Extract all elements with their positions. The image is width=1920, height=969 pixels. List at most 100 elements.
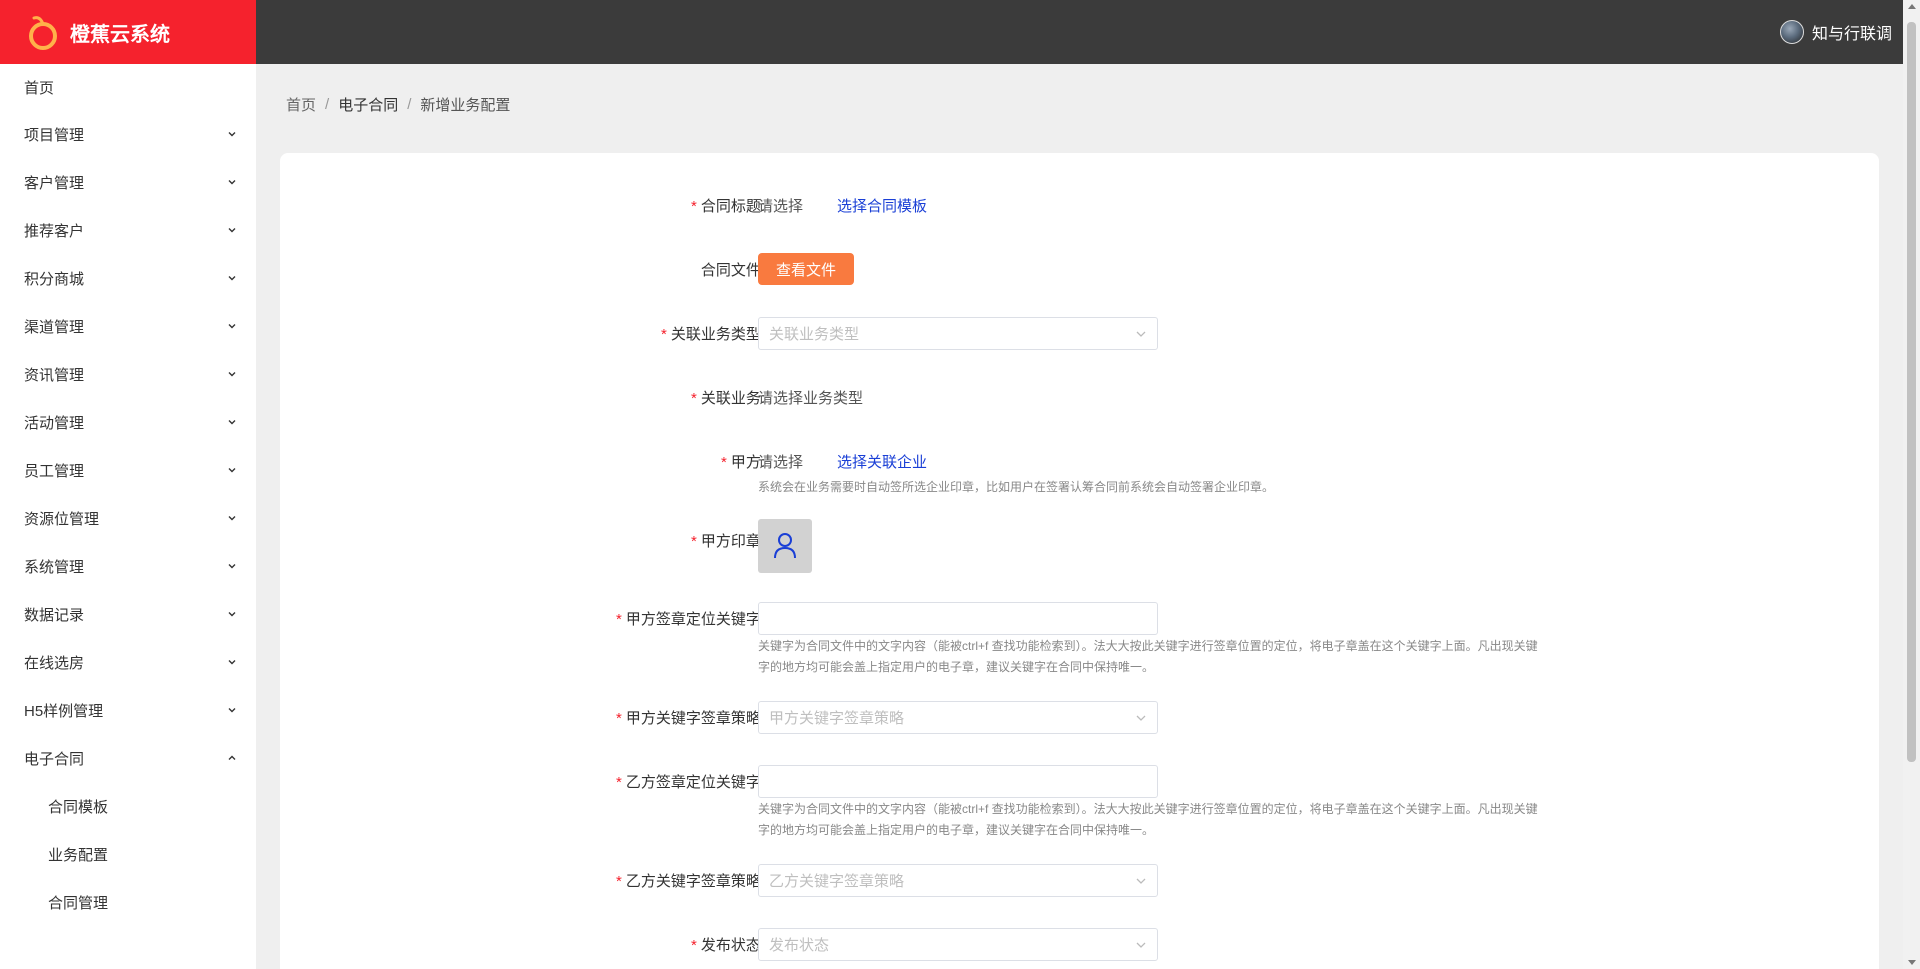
chevron-down-icon: [228, 706, 236, 714]
sidebar-item[interactable]: 资源位管理: [0, 494, 256, 542]
select-placeholder: 甲方关键字签章策略: [769, 710, 905, 727]
chevron-down-icon: [1135, 936, 1147, 953]
party-a-keyword-hint: 关键字为合同文件中的文字内容（能被ctrl+f 查找功能检索到）。法大大按此关键…: [758, 639, 1538, 674]
contract-title-value: 请选择: [758, 198, 804, 215]
party-a-strategy-select[interactable]: 甲方关键字签章策略: [758, 701, 1158, 734]
sidebar-item-label: 在线选房: [24, 654, 85, 672]
chevron-down-icon: [228, 514, 236, 522]
sidebar-item-label: 积分商城: [24, 270, 85, 288]
publish-status-select[interactable]: 发布状态: [758, 928, 1158, 961]
logo-area[interactable]: 橙蕉云系统: [0, 0, 256, 64]
sidebar-subitem-label: 合同管理: [48, 894, 109, 912]
user-menu[interactable]: 知与行联调: [1779, 20, 1892, 44]
page-scrollbar[interactable]: [1903, 0, 1920, 969]
publish-status-label: * 发布状态:: [690, 937, 765, 954]
chevron-up-icon: [228, 754, 236, 762]
scroll-thumb[interactable]: [1907, 22, 1916, 762]
chevron-down-icon: [228, 178, 236, 186]
sidebar-item[interactable]: 系统管理: [0, 542, 256, 590]
sidebar-item[interactable]: 在线选房: [0, 638, 256, 686]
sidebar-item[interactable]: 数据记录: [0, 590, 256, 638]
party-a-keyword-label: * 甲方签章定位关键字:: [615, 611, 765, 628]
sidebar-item-label: 活动管理: [24, 414, 85, 432]
required-mark: *: [660, 326, 667, 343]
sidebar-item[interactable]: 资讯管理: [0, 350, 256, 398]
logo-icon: [26, 12, 60, 52]
party-b-keyword-hint: 关键字为合同文件中的文字内容（能被ctrl+f 查找功能检索到）。法大大按此关键…: [758, 802, 1538, 837]
seal-upload[interactable]: [758, 519, 812, 573]
biz-type-label: * 关联业务类型:: [660, 326, 765, 343]
sidebar-item[interactable]: 客户管理: [0, 158, 256, 206]
breadcrumb-separator: /: [325, 96, 330, 113]
chevron-down-icon: [228, 562, 236, 570]
biz-label: * 关联业务:: [690, 390, 765, 407]
sidebar-item-home[interactable]: 首页: [0, 64, 256, 110]
sidebar-item[interactable]: 推荐客户: [0, 206, 256, 254]
chevron-down-icon: [228, 274, 236, 282]
sidebar-subitem-label: 合同模板: [48, 798, 109, 816]
party-a-value: 请选择: [758, 454, 804, 471]
required-mark: *: [690, 390, 697, 407]
select-placeholder: 乙方关键字签章策略: [769, 873, 905, 890]
select-template-link[interactable]: 选择合同模板: [837, 195, 927, 216]
required-mark: *: [615, 873, 622, 890]
sidebar-item-label: 客户管理: [24, 174, 85, 192]
sidebar-subitem-label: 业务配置: [48, 846, 109, 864]
breadcrumb-current: 新增业务配置: [420, 97, 511, 114]
sidebar-item[interactable]: 积分商城: [0, 254, 256, 302]
avatar: [1779, 20, 1804, 44]
party-b-keyword-input[interactable]: [758, 765, 1158, 798]
breadcrumb-contract[interactable]: 电子合同: [338, 94, 398, 115]
app-title: 橙蕉云系统: [70, 23, 170, 46]
sidebar-subitem-contract-manage[interactable]: 合同管理: [0, 878, 256, 926]
sidebar-item-label: 资讯管理: [24, 366, 85, 384]
party-a-keyword-input[interactable]: [758, 602, 1158, 635]
chevron-down-icon: [228, 418, 236, 426]
required-mark: *: [615, 611, 622, 628]
required-mark: *: [690, 533, 697, 550]
party-a-strategy-label: * 甲方关键字签章策略:: [615, 710, 765, 727]
sidebar-subitem-biz-config[interactable]: 业务配置: [0, 830, 256, 878]
party-a-seal-label: * 甲方印章:: [690, 533, 765, 550]
view-file-button[interactable]: 查看文件: [758, 253, 854, 285]
chevron-down-icon: [1135, 325, 1147, 342]
party-b-strategy-select[interactable]: 乙方关键字签章策略: [758, 864, 1158, 897]
sidebar-item[interactable]: 项目管理: [0, 110, 256, 158]
sidebar-item[interactable]: 渠道管理: [0, 302, 256, 350]
sidebar-item-label: 资源位管理: [24, 510, 100, 528]
sidebar-item[interactable]: 员工管理: [0, 446, 256, 494]
scroll-down-icon[interactable]: [1908, 960, 1916, 965]
select-company-link[interactable]: 选择关联企业: [837, 451, 927, 472]
form-card: * 合同标题: 请选择 选择合同模板 合同文件: 查看文件 * 关联业务类型: 关联…: [280, 153, 1879, 969]
sidebar-item-label: 数据记录: [24, 606, 85, 624]
sidebar-item-label: 项目管理: [24, 126, 85, 144]
chevron-down-icon: [228, 226, 236, 234]
chevron-down-icon: [228, 610, 236, 618]
sidebar-item[interactable]: H5样例管理: [0, 686, 256, 734]
biz-value: 请选择业务类型: [758, 390, 864, 407]
sidebar-item-label: 渠道管理: [24, 318, 85, 336]
required-mark: *: [720, 454, 727, 471]
sidebar-item-contract[interactable]: 电子合同: [0, 734, 256, 782]
user-icon: [772, 531, 798, 562]
sidebar-item[interactable]: 活动管理: [0, 398, 256, 446]
contract-title-label: * 合同标题:: [690, 198, 765, 215]
top-bar: 知与行联调: [256, 0, 1920, 64]
sidebar-subitem-template[interactable]: 合同模板: [0, 782, 256, 830]
breadcrumb-separator: /: [407, 96, 412, 113]
breadcrumb-home[interactable]: 首页: [286, 94, 316, 115]
chevron-down-icon: [228, 466, 236, 474]
user-name: 知与行联调: [1811, 26, 1892, 43]
breadcrumb: 首页 / 电子合同 / 新增业务配置: [286, 94, 510, 115]
party-b-keyword-label: * 乙方签章定位关键字:: [615, 774, 765, 791]
scroll-up-icon[interactable]: [1908, 4, 1916, 9]
chevron-down-icon: [228, 322, 236, 330]
chevron-down-icon: [228, 370, 236, 378]
required-mark: *: [690, 198, 697, 215]
select-placeholder: 发布状态: [769, 937, 830, 954]
party-a-hint: 系统会在业务需要时自动签所选企业印章，比如用户在签署认筹合同前系统会自动签署企业…: [758, 480, 1275, 494]
required-mark: *: [690, 937, 697, 954]
sidebar-item-label: H5样例管理: [24, 702, 104, 720]
sidebar: 首页 项目管理客户管理推荐客户积分商城渠道管理资讯管理活动管理员工管理资源位管理…: [0, 64, 256, 969]
biz-type-select[interactable]: 关联业务类型: [758, 317, 1158, 350]
